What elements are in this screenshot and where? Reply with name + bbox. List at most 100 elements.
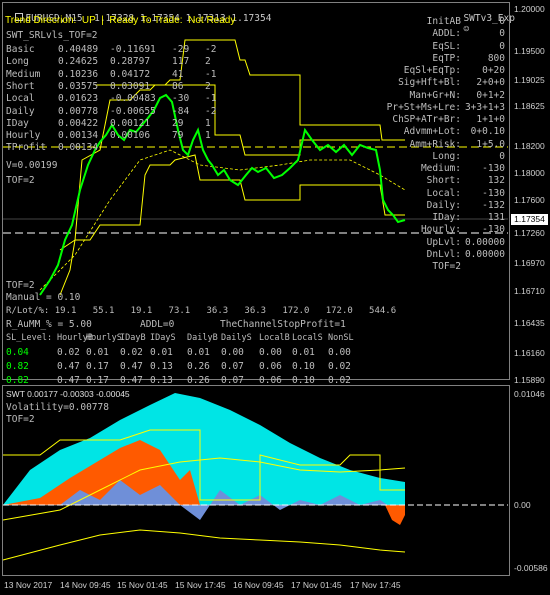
right-panel-label: TOF=2 (432, 261, 461, 272)
sl-cell: 0.02 (328, 361, 351, 372)
right-panel-row: Sig+Hft+Bl: 2+0+0 (398, 77, 505, 88)
sl-cell: 0.47 (57, 375, 80, 386)
srlvl-name: Medium (6, 68, 41, 80)
right-panel-value: 0+20 (482, 65, 505, 76)
sl-cell: 0.06 (259, 361, 282, 372)
sl-cell: 0.07 (221, 361, 244, 372)
lower-axis-bottom: -0.00586 (514, 563, 548, 573)
sl-cell: 0.06 (259, 375, 282, 386)
right-panel-label: ADDL: (432, 28, 461, 40)
sl-cell: 0.17 (86, 361, 109, 372)
right-panel-value: -130 (482, 224, 505, 236)
lots-line: R/Lot/%: 19.1 55.1 19.1 73.1 36.3 36.3 1… (6, 306, 397, 316)
right-panel-row: Hourly: -130 (421, 224, 505, 235)
time-axis-label: 15 Nov 01:45 (117, 580, 168, 590)
sl-header-cell: IDayS (150, 333, 176, 343)
right-panel-label: Pr+St+Ms+Lre: (386, 101, 461, 113)
srlvl-v2: -0.11691 (110, 44, 156, 55)
srlvl-v2: 0.00121 (110, 117, 151, 129)
srlvl-v4: 2 (205, 80, 211, 92)
right-panel-row: Local: -130 (427, 188, 505, 199)
lower-axis-zero: 0.00 (514, 500, 531, 510)
price-axis-label: 1.19025 (514, 75, 545, 85)
price-axis-label: 1.18000 (514, 168, 545, 178)
srlvl-v2: -0.00483 (110, 93, 156, 105)
price-axis-label: 1.18625 (514, 101, 545, 111)
right-panel-label: Local: (426, 187, 461, 199)
sl-cell: 0.01 (150, 347, 173, 358)
time-axis-label: 15 Nov 17:45 (175, 580, 226, 590)
sl-cell: 0.82 (6, 361, 29, 372)
right-panel-row: EqSL: 0 (432, 41, 505, 52)
price-axis-label: 1.17260 (514, 228, 545, 238)
srlvl-v3: 86 (172, 80, 184, 92)
price-axis-label: 1.16710 (514, 286, 545, 296)
swt-band-lower (2, 529, 406, 561)
sl-header-cell: NonSL (328, 333, 354, 343)
sl-cell: 0.01 (187, 347, 210, 358)
right-panel-row: TOF=2 (432, 261, 505, 272)
srlvl-v1: 0.00134 (58, 142, 99, 154)
price-axis-label: 1.16435 (514, 318, 545, 328)
right-panel-label: EqSL: (432, 40, 461, 52)
right-panel-row: ADDL: 0 (432, 28, 505, 39)
srlvl-v1: 0.01623 (58, 93, 99, 105)
srlvl-v3: 41 (172, 68, 184, 80)
srlvl-v3: 117 (172, 56, 190, 68)
swt-orange-area-right (385, 505, 405, 525)
sl-cell: 0.10 (292, 375, 315, 386)
right-panel-value: -130 (482, 187, 505, 199)
right-panel-value: 131 (487, 212, 505, 223)
srlvl-name: Local (6, 93, 35, 105)
sl-cell: 0.01 (292, 347, 315, 358)
right-panel-label: Man+Gr+N: (409, 89, 461, 101)
right-panel-value: -130 (482, 163, 505, 174)
right-panel-label: Daily: (426, 199, 461, 211)
srlvl-v2: 0.00106 (110, 130, 151, 142)
srlvl-name: Hourly (6, 130, 41, 142)
sl-header-cell: HourlyS (86, 333, 122, 343)
srlvl-name: Daily (6, 105, 35, 117)
sl-cell: 0.13 (150, 375, 173, 386)
right-panel-value: 132 (487, 175, 505, 187)
price-axis-label: 1.18200 (514, 141, 545, 151)
srlvl-name: Basic (6, 44, 35, 55)
srlvl-v1: 0.00134 (58, 130, 99, 142)
right-panel-label: Long: (432, 150, 461, 162)
srlvl-v1: 0.00778 (58, 105, 99, 117)
srlvl-name: IDay (6, 117, 29, 129)
sl-cell: 0.26 (187, 375, 210, 386)
right-panel-label: EqTP: (432, 52, 461, 64)
srlvl-v4: -2 (205, 44, 217, 55)
time-axis-label: 13 Nov 2017 (4, 580, 53, 590)
right-panel-label: Amm+Risk: (409, 138, 461, 150)
srlvl-v1: 0.10236 (58, 68, 99, 80)
sl-cell: 0.02 (328, 375, 351, 386)
sl-cell: 0.47 (120, 361, 143, 372)
manual-line: Manual = 0.10 (6, 292, 81, 303)
price-axis-label: 1.19500 (514, 46, 545, 56)
right-panel-value: 0.00000 (464, 248, 505, 260)
srlvl-v3: 79 (172, 130, 184, 142)
right-panel-value: 0 (499, 40, 505, 52)
srlvl-v4: 1 (205, 130, 211, 142)
sl-cell: 0.10 (292, 361, 315, 372)
srlvl-v4: 1 (205, 117, 211, 129)
right-panel-label: Hourly: (420, 224, 461, 236)
price-axis-label: 1.20000 (514, 4, 545, 14)
time-axis-label: 16 Nov 09:45 (233, 580, 284, 590)
right-panel-value: 1+5.0 (476, 138, 505, 150)
sl-cell: 0.26 (187, 361, 210, 372)
right-panel-row: Advmm+Lot: 0+0.10 (404, 126, 505, 137)
aumm-line: R_AuMM_% = 5.00 (6, 319, 92, 330)
price-axis-label: 1.16160 (514, 348, 545, 358)
current-price-badge: 1.17354 (511, 214, 548, 225)
right-panel-row: IDay: 131 (432, 212, 505, 223)
right-panel-value: -132 (482, 199, 505, 211)
sl-cell: 0.47 (120, 375, 143, 386)
right-panel-row: EqSl+EqTp: 0+20 (404, 65, 505, 76)
right-panel-value: 0 (499, 28, 505, 40)
right-panel-label: Short: (426, 175, 461, 187)
srlvl-v3: 29 (172, 117, 184, 129)
srlvl-v3: -84 (172, 105, 190, 117)
